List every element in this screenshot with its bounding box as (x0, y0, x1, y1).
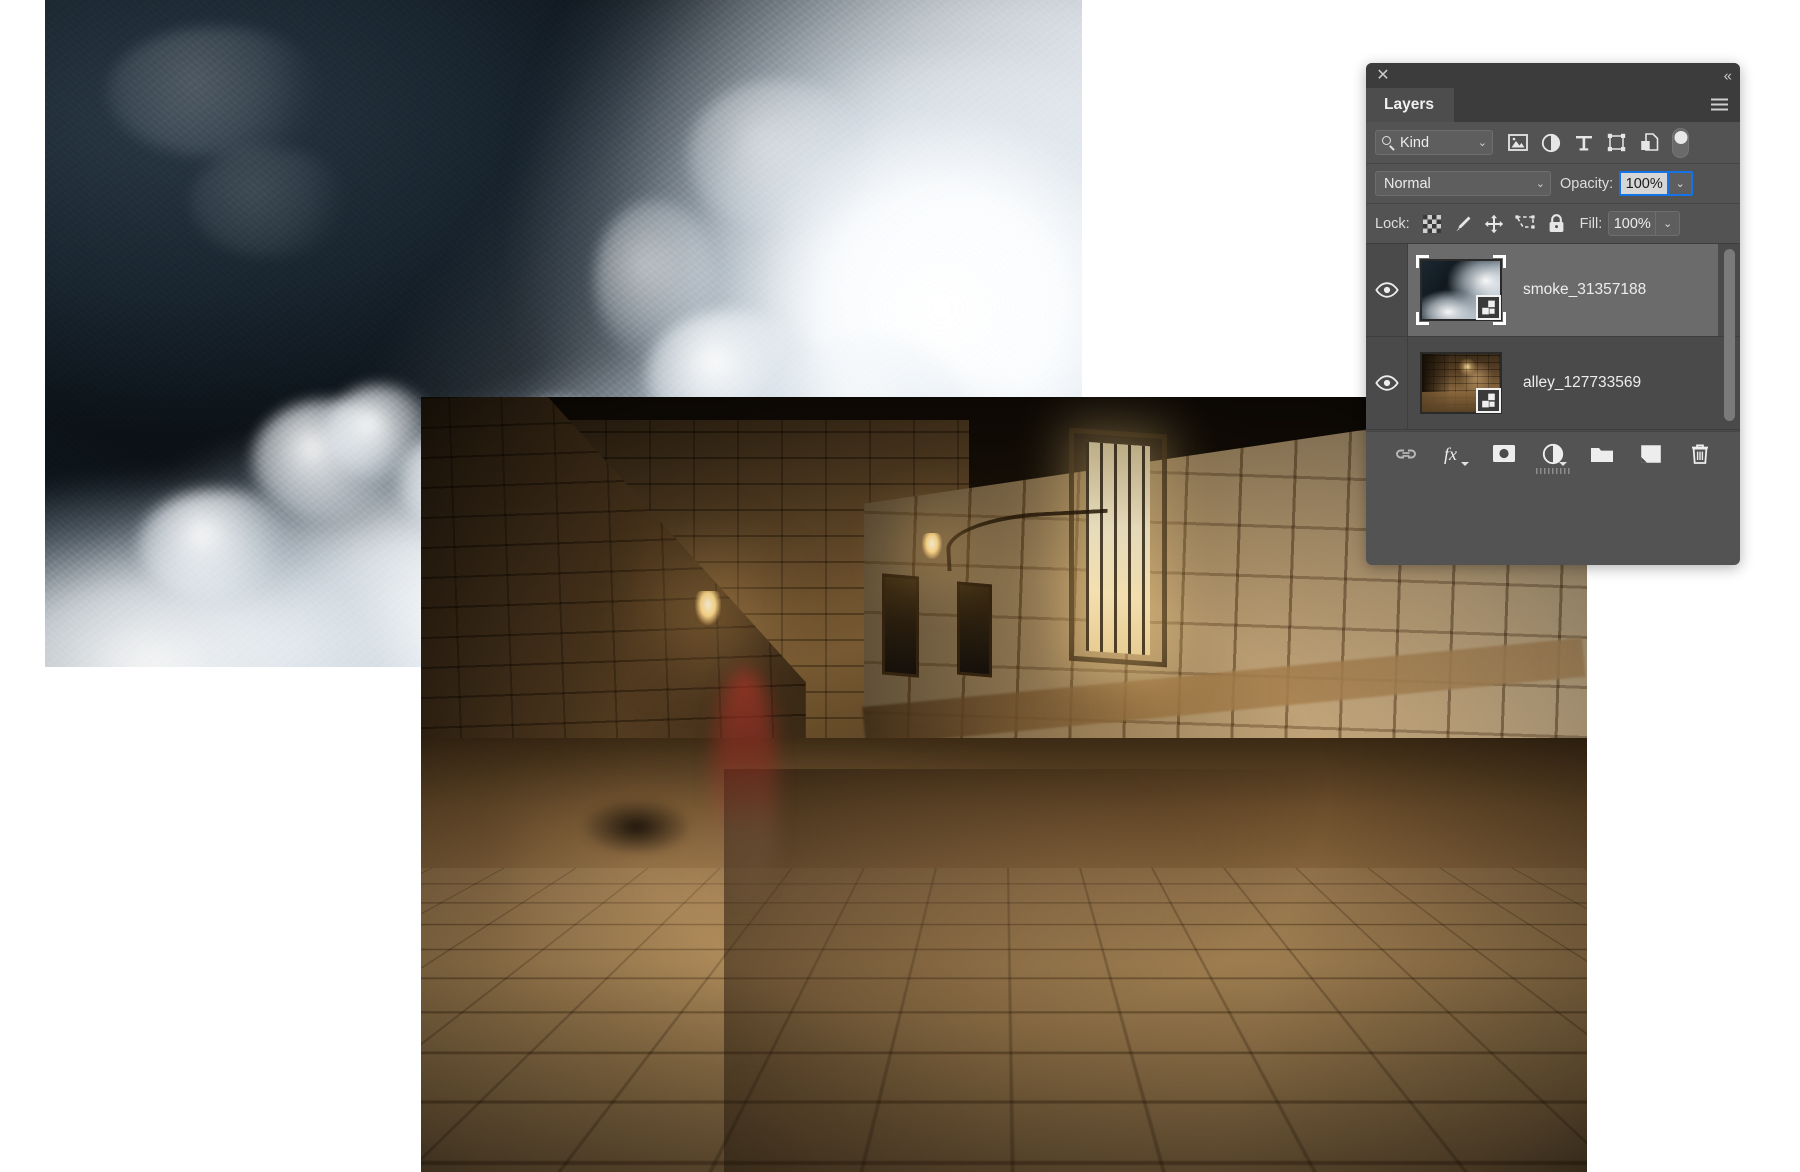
fill-control[interactable]: 100% ⌄ (1608, 211, 1681, 236)
panel-footer-toolbar: fx (1366, 431, 1740, 475)
layer-visibility-toggle[interactable] (1366, 244, 1408, 336)
chevron-down-icon: ⌄ (1477, 137, 1487, 149)
layer-name-label[interactable]: smoke_31357188 (1523, 281, 1646, 299)
filter-type-layers-icon[interactable] (1567, 129, 1600, 157)
hamburger-menu-icon[interactable] (1711, 98, 1728, 112)
lock-transparent-pixels-icon[interactable] (1417, 211, 1448, 237)
lock-all-icon[interactable] (1541, 211, 1572, 237)
opacity-control[interactable]: 100% ⌄ (1619, 171, 1694, 196)
lock-image-pixels-icon[interactable] (1448, 211, 1479, 237)
filter-icon-group (1501, 129, 1666, 157)
add-layer-mask-button[interactable] (1489, 439, 1519, 469)
blend-mode-row: Normal ⌄ Opacity: 100% ⌄ (1366, 164, 1740, 204)
panel-tabbar: Layers (1366, 88, 1740, 122)
eye-icon (1374, 375, 1399, 391)
layer-name-label[interactable]: alley_127733569 (1523, 374, 1641, 392)
layer-style-fx-button[interactable]: fx (1440, 439, 1470, 469)
lock-icon-group (1417, 211, 1572, 237)
eye-icon (1374, 282, 1399, 298)
filter-shape-layers-icon[interactable] (1600, 129, 1633, 157)
filter-kind-select[interactable]: Kind ⌄ (1375, 130, 1493, 155)
layer-row-smoke[interactable]: smoke_31357188 (1366, 244, 1740, 337)
opacity-label: Opacity: (1560, 175, 1614, 192)
filter-pixel-layers-icon[interactable] (1501, 129, 1534, 157)
svg-text:fx: fx (1444, 444, 1457, 464)
panel-titlebar: ✕ « (1366, 63, 1740, 88)
close-icon[interactable]: ✕ (1374, 67, 1392, 85)
panel-resize-grip[interactable] (1536, 468, 1570, 474)
magnifier-icon (1382, 136, 1395, 151)
chevron-down-icon: ⌄ (1535, 178, 1545, 190)
scrollbar-thumb[interactable] (1724, 249, 1735, 421)
chevron-down-icon (1461, 461, 1469, 466)
lock-row: Lock: Fill: 100% ⌄ (1366, 204, 1740, 243)
layer-row-body[interactable]: smoke_31357188 (1408, 244, 1718, 336)
lock-label: Lock: (1375, 215, 1410, 232)
selection-bracket (1416, 255, 1429, 268)
layer-row-alley[interactable]: alley_127733569 (1366, 337, 1740, 430)
layer-list[interactable]: smoke_31357188 alley_127733569 (1366, 243, 1740, 431)
layer-list-scrollbar[interactable] (1724, 249, 1735, 427)
layers-panel[interactable]: ✕ « Layers Kind ⌄ Normal ⌄ Opacity: 100%… (1366, 63, 1740, 565)
fill-slider-chevron-icon[interactable]: ⌄ (1655, 212, 1680, 235)
new-fill-adjustment-layer-button[interactable] (1538, 439, 1568, 469)
filter-enable-toggle[interactable] (1672, 127, 1689, 158)
filter-adjustment-layers-icon[interactable] (1534, 129, 1567, 157)
fill-label: Fill: (1579, 215, 1603, 232)
chevron-down-icon (1559, 461, 1567, 466)
layer-filter-row: Kind ⌄ (1366, 122, 1740, 164)
blend-mode-value: Normal (1384, 175, 1431, 192)
collapse-panel-icon[interactable]: « (1724, 67, 1732, 84)
opacity-slider-chevron-icon[interactable]: ⌄ (1667, 173, 1692, 194)
filter-smart-objects-icon[interactable] (1633, 129, 1666, 157)
delete-layer-button[interactable] (1685, 439, 1715, 469)
opacity-input[interactable]: 100% (1621, 173, 1668, 194)
smoke-thumbnail[interactable] (1416, 255, 1506, 325)
fill-input[interactable]: 100% (1609, 212, 1656, 235)
smart-object-badge (1476, 388, 1501, 413)
lock-position-icon[interactable] (1479, 211, 1510, 237)
filter-kind-label: Kind (1400, 134, 1430, 151)
tab-layers[interactable]: Layers (1366, 88, 1454, 122)
new-layer-button[interactable] (1636, 439, 1666, 469)
app-canvas: ✕ « Layers Kind ⌄ Normal ⌄ Opacity: 100%… (0, 0, 1800, 1172)
lock-artboard-nesting-icon[interactable] (1510, 211, 1541, 237)
selection-bracket (1493, 312, 1506, 325)
link-layers-button[interactable] (1391, 439, 1421, 469)
blend-mode-select[interactable]: Normal ⌄ (1375, 171, 1551, 196)
new-group-button[interactable] (1587, 439, 1617, 469)
selection-bracket (1493, 255, 1506, 268)
layer-row-body[interactable]: alley_127733569 (1408, 337, 1718, 429)
layer-visibility-toggle[interactable] (1366, 337, 1408, 429)
selection-bracket (1416, 312, 1429, 325)
alley-thumbnail[interactable] (1420, 352, 1502, 414)
